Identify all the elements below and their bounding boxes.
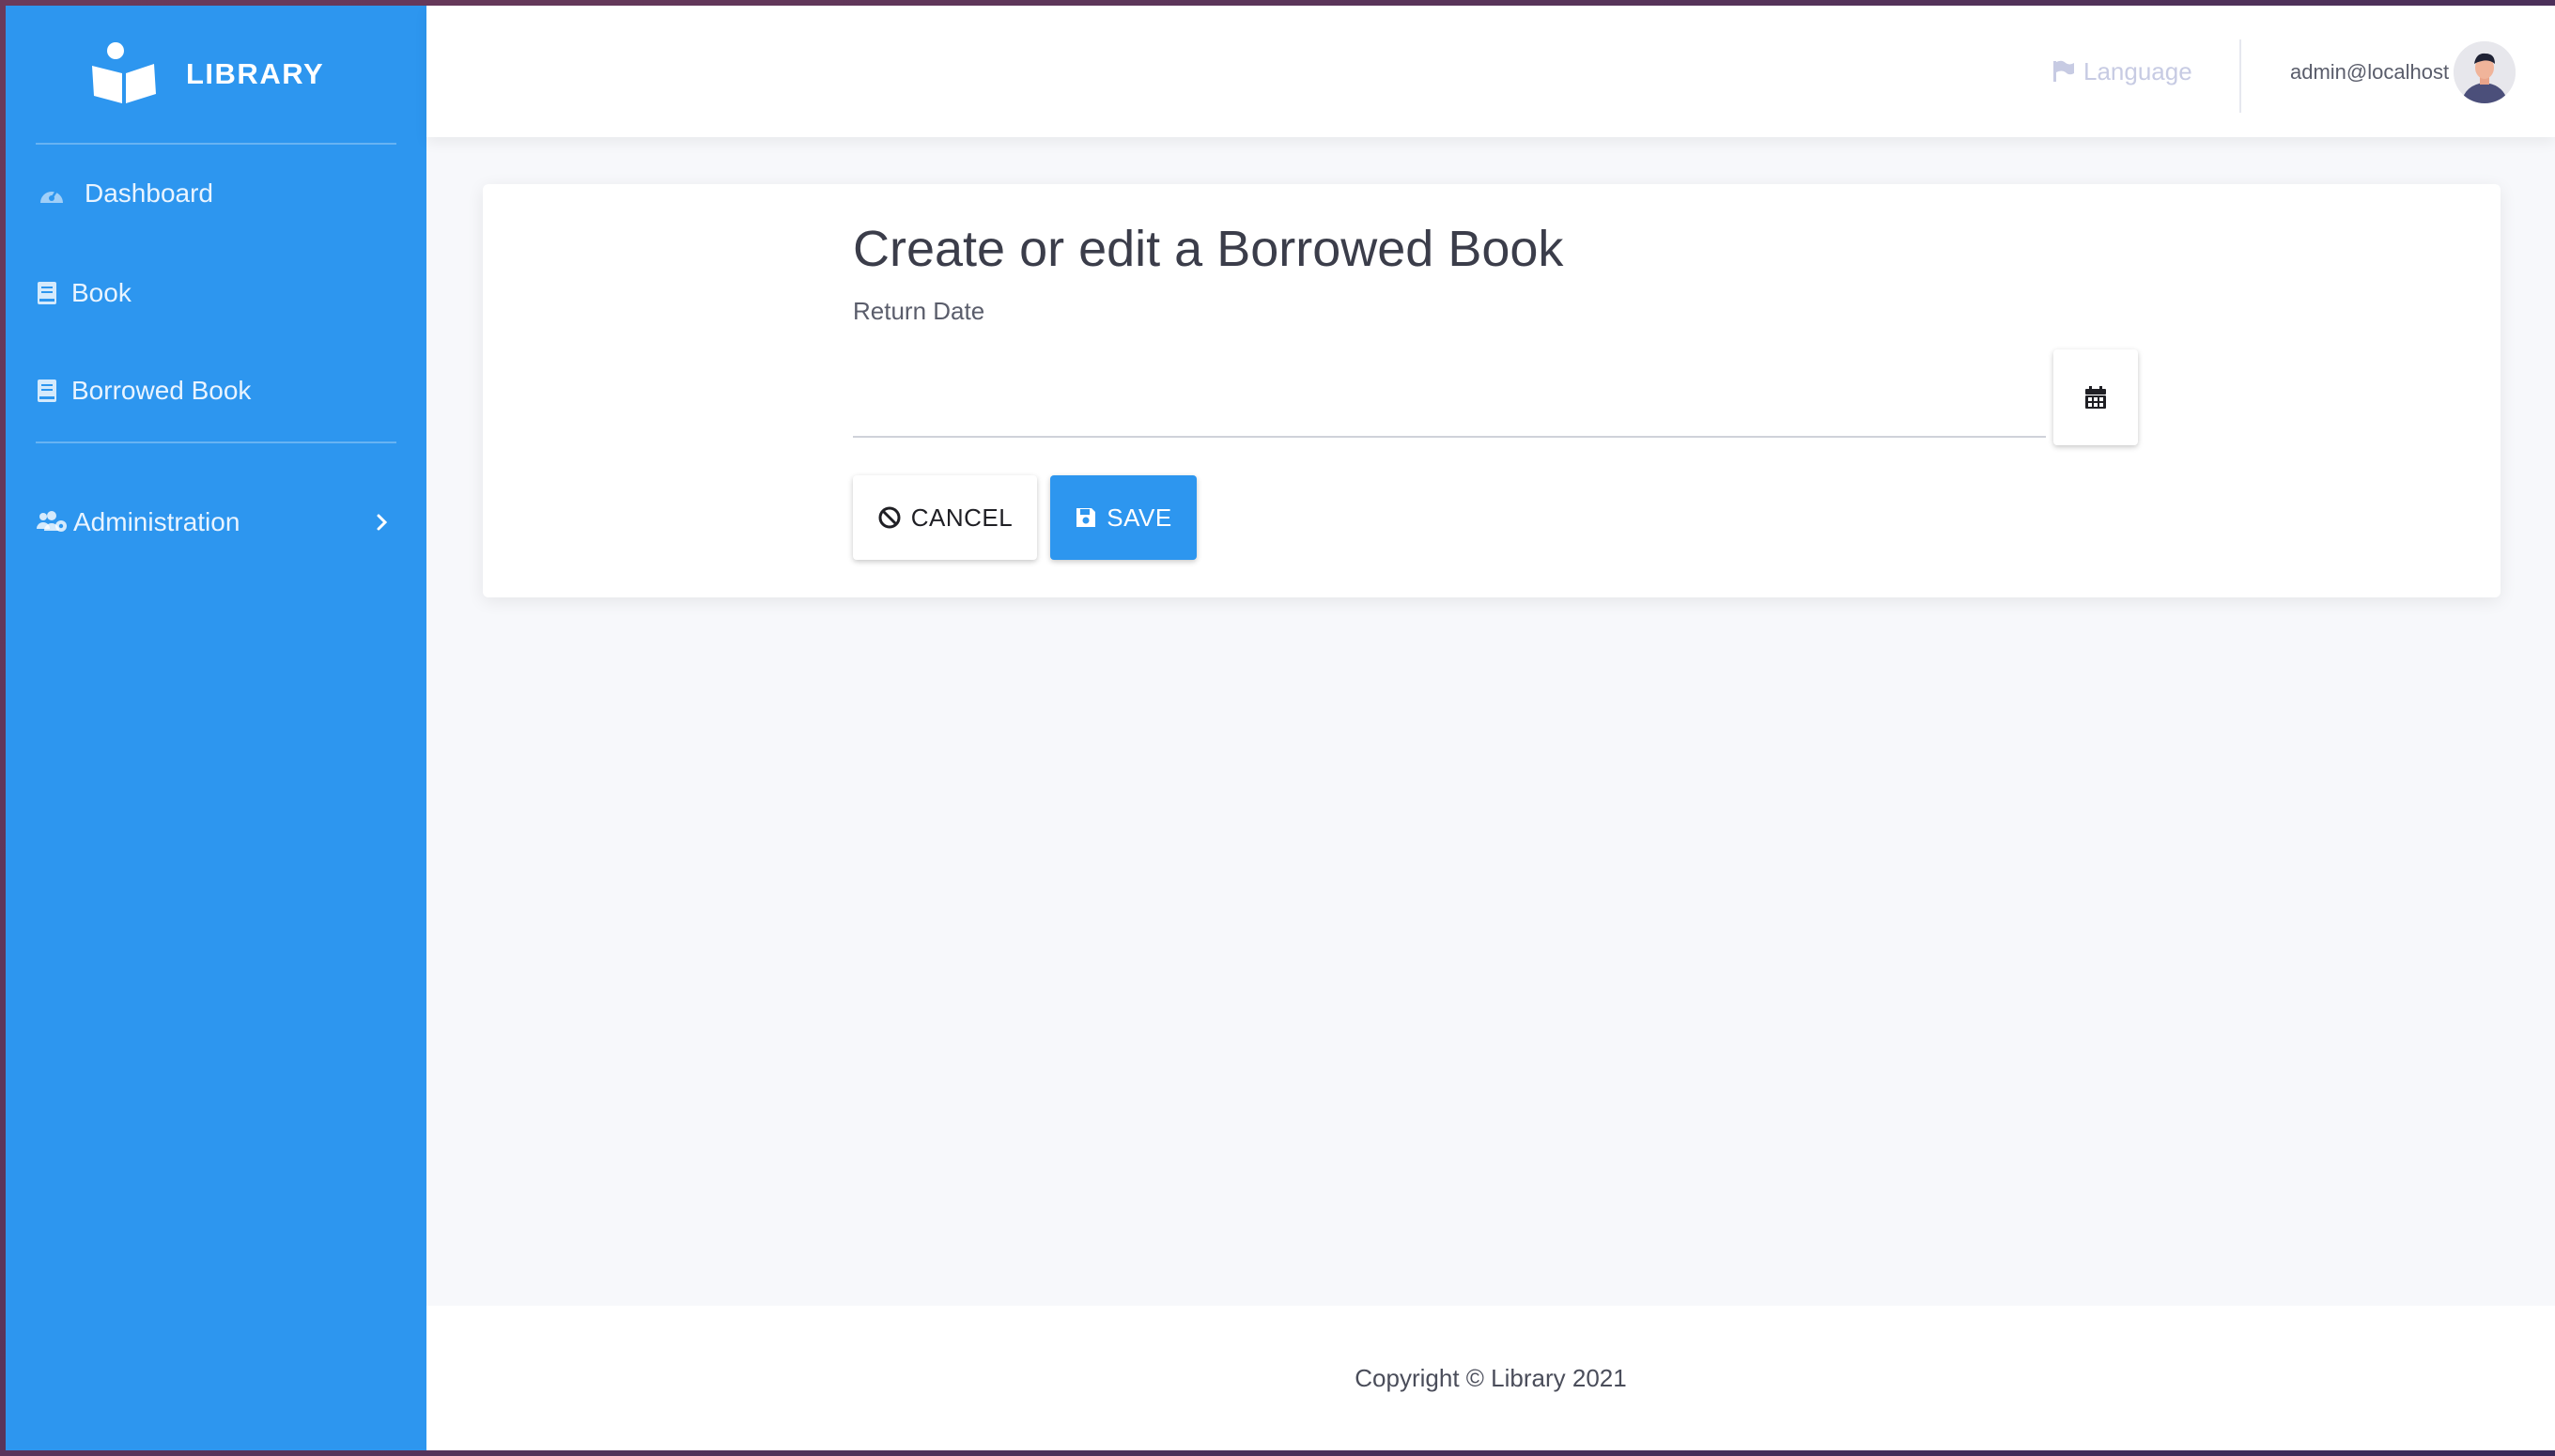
sidebar-item-label: Book — [71, 278, 132, 307]
brand[interactable]: LIBRARY — [6, 6, 426, 143]
app-root: LIBRARY Dashboard Book Borrowed Book Adm… — [6, 6, 2555, 1450]
users-cog-icon — [36, 508, 68, 536]
save-button[interactable]: SAVE — [1050, 475, 1197, 560]
brand-name: LIBRARY — [186, 57, 325, 90]
page-title: Create or edit a Borrowed Book — [853, 221, 1564, 277]
sidebar-item-borrowed-book[interactable]: Borrowed Book — [36, 363, 402, 419]
window-frame: LIBRARY Dashboard Book Borrowed Book Adm… — [0, 0, 2555, 1456]
gauge-icon — [36, 179, 68, 208]
sidebar-divider — [36, 441, 396, 443]
top-header: Language admin@localhost — [426, 6, 2555, 137]
cancel-label: CANCEL — [910, 503, 1014, 532]
sidebar: LIBRARY Dashboard Book Borrowed Book Adm… — [6, 6, 426, 1450]
sidebar-item-label: Borrowed Book — [71, 376, 252, 405]
chevron-right-icon — [377, 514, 388, 531]
calendar-button[interactable] — [2053, 349, 2138, 445]
edit-card: Create or edit a Borrowed Book Return Da… — [483, 184, 2501, 597]
copyright-text: Copyright © Library 2021 — [1355, 1364, 1627, 1392]
sidebar-item-dashboard[interactable]: Dashboard — [36, 165, 402, 222]
language-label: Language — [2083, 56, 2192, 85]
footer: Copyright © Library 2021 — [426, 1306, 2555, 1450]
cancel-button[interactable]: CANCEL — [853, 475, 1037, 560]
user-email: admin@localhost — [2290, 60, 2450, 84]
avatar[interactable] — [2454, 41, 2516, 103]
save-label: SAVE — [1107, 503, 1172, 532]
sidebar-item-administration[interactable]: Administration — [36, 494, 402, 550]
user-avatar-icon — [2454, 41, 2516, 103]
return-date-label: Return Date — [853, 297, 985, 325]
header-separator — [2239, 39, 2241, 113]
language-menu[interactable]: Language — [2052, 53, 2192, 90]
ban-icon — [878, 506, 901, 529]
return-date-input[interactable] — [853, 351, 2046, 438]
sidebar-item-label: Dashboard — [85, 178, 213, 208]
reader-book-icon — [92, 42, 156, 103]
book-icon — [36, 377, 58, 405]
book-icon — [36, 279, 58, 307]
calendar-icon — [2085, 386, 2106, 409]
sidebar-divider — [36, 143, 396, 145]
flag-icon — [2053, 60, 2074, 82]
sidebar-item-label: Administration — [73, 507, 240, 536]
sidebar-item-book[interactable]: Book — [36, 265, 402, 321]
save-disk-icon — [1076, 508, 1096, 527]
